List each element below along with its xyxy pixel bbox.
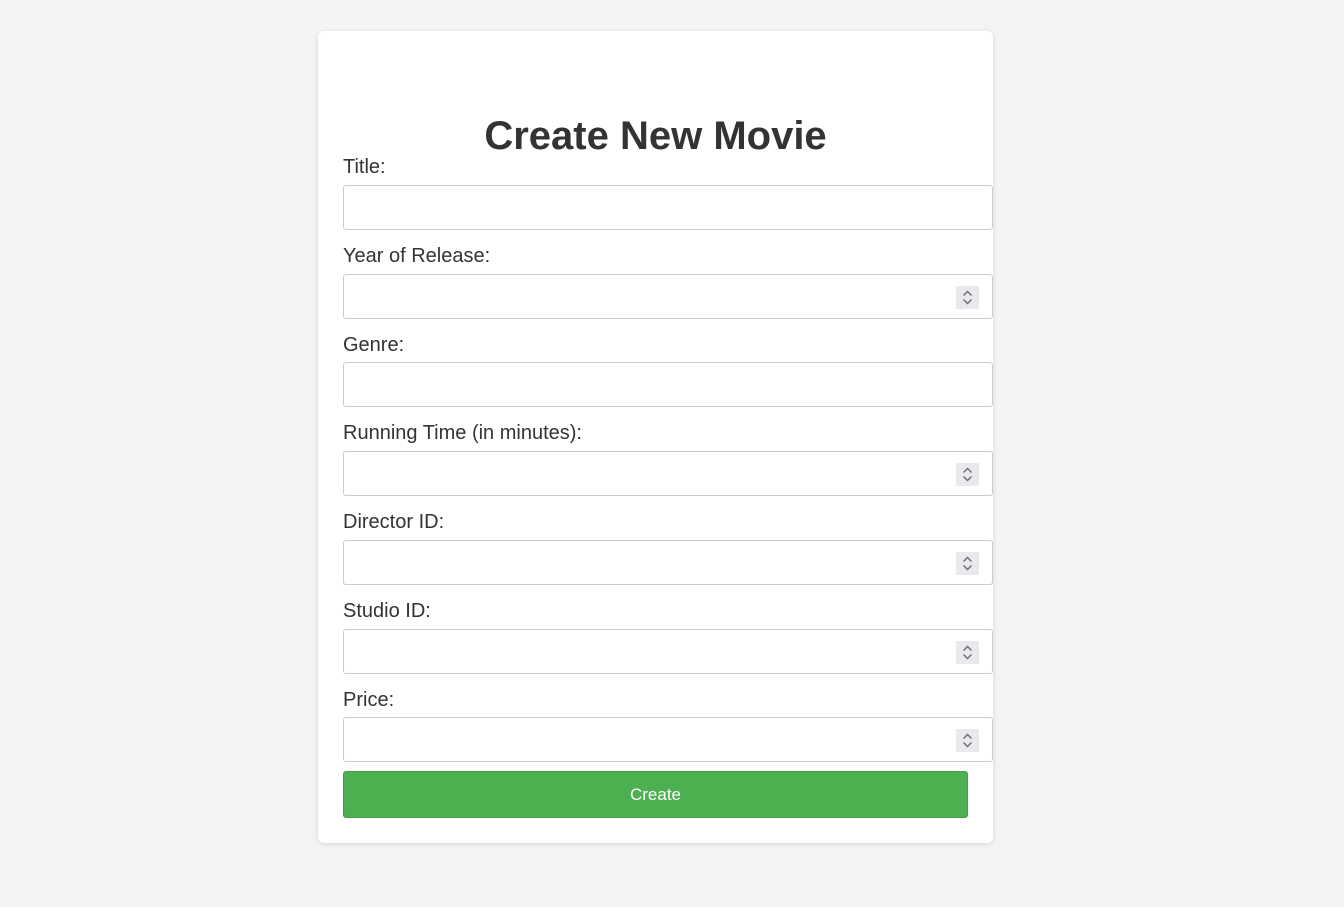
studio-id-input[interactable]	[343, 629, 993, 674]
year-of-release-label: Year of Release:	[343, 245, 491, 267]
year-of-release-input[interactable]	[343, 274, 993, 319]
director-id-label: Director ID:	[343, 511, 445, 533]
up-down-chevron-icon	[963, 556, 972, 571]
price-label: Price:	[343, 689, 395, 711]
studio-id-label: Studio ID:	[343, 600, 431, 622]
title-input[interactable]	[343, 185, 993, 230]
up-down-chevron-icon	[963, 645, 972, 660]
director-id-input[interactable]	[343, 540, 993, 585]
up-down-chevron-icon	[963, 290, 972, 305]
running-time-input[interactable]	[343, 451, 993, 496]
page-title: Create New Movie	[484, 114, 827, 158]
genre-input[interactable]	[343, 362, 993, 407]
create-button[interactable]: Create	[343, 771, 968, 818]
genre-label: Genre:	[343, 334, 405, 356]
create-movie-card: Create New Movie Title: Year of Release:…	[318, 31, 993, 843]
year-of-release-spinner-icon[interactable]	[956, 286, 979, 309]
up-down-chevron-icon	[963, 467, 972, 482]
running-time-label: Running Time (in minutes):	[343, 422, 582, 444]
price-spinner-icon[interactable]	[956, 729, 979, 752]
running-time-spinner-icon[interactable]	[956, 463, 979, 486]
studio-id-spinner-icon[interactable]	[956, 641, 979, 664]
director-id-spinner-icon[interactable]	[956, 552, 979, 575]
title-label: Title:	[343, 156, 386, 178]
up-down-chevron-icon	[963, 733, 972, 748]
price-input[interactable]	[343, 717, 993, 762]
